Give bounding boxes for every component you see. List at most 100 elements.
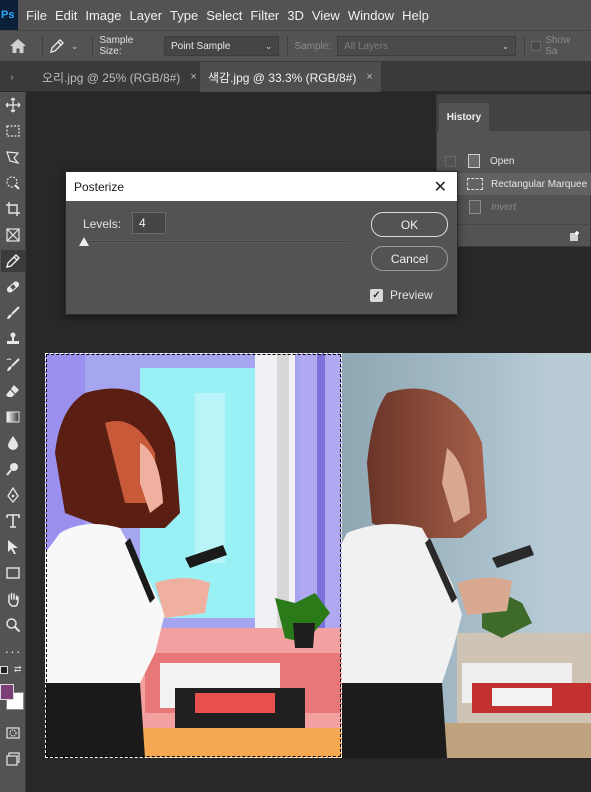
- menu-edit[interactable]: Edit: [55, 8, 85, 23]
- pen-tool[interactable]: [1, 484, 25, 506]
- history-item-marquee[interactable]: Rectangular Marquee: [437, 173, 591, 195]
- posterized-image-region[interactable]: [45, 353, 342, 758]
- history-item-label: Rectangular Marquee: [491, 178, 588, 190]
- dodge-icon: [6, 463, 18, 476]
- menu-select[interactable]: Select: [206, 8, 250, 23]
- eyedropper-tool-preset[interactable]: ⌄: [49, 38, 79, 54]
- chevron-down-icon: ⌄: [70, 40, 79, 51]
- zoom-tool[interactable]: [1, 614, 25, 636]
- marquee-state-icon: [467, 178, 483, 190]
- show-sampling-label: Show Sa: [545, 35, 571, 57]
- history-state-icon: [468, 154, 480, 168]
- frame-icon: [6, 228, 20, 242]
- swap-colors-icon[interactable]: ⇄: [14, 664, 22, 675]
- lasso-icon: [6, 151, 20, 165]
- menu-3d[interactable]: 3D: [287, 8, 312, 23]
- menu-file[interactable]: File: [26, 8, 55, 23]
- menu-help[interactable]: Help: [402, 8, 437, 23]
- cancel-button[interactable]: Cancel: [371, 246, 448, 271]
- panel-collapse-icon[interactable]: ›: [0, 62, 24, 92]
- dialog-title-bar[interactable]: Posterize ✕: [66, 172, 457, 201]
- history-brush-tool[interactable]: [1, 354, 25, 376]
- history-footer: [437, 224, 591, 246]
- tab-document-1[interactable]: 오리.jpg @ 25% (RGB/8#) ×: [34, 62, 205, 92]
- path-selection-tool[interactable]: [1, 536, 25, 558]
- rectangle-icon: [6, 567, 20, 579]
- show-sampling-checkbox[interactable]: [531, 41, 542, 51]
- marquee-tool[interactable]: [1, 120, 25, 142]
- type-icon: [6, 514, 20, 528]
- type-tool[interactable]: [1, 510, 25, 532]
- gradient-tool[interactable]: [1, 406, 25, 428]
- levels-input[interactable]: 4: [132, 212, 166, 234]
- sample-size-select[interactable]: Point Sample ⌄: [163, 36, 280, 56]
- more-tools-button[interactable]: ···: [1, 640, 25, 662]
- rectangle-tool[interactable]: [1, 562, 25, 584]
- drop-icon: [8, 436, 18, 450]
- clone-stamp-tool[interactable]: [1, 328, 25, 350]
- preview-label: Preview: [390, 288, 433, 302]
- menu-window[interactable]: Window: [348, 8, 402, 23]
- rectangular-marquee-icon: [6, 125, 20, 137]
- crop-tool[interactable]: [1, 198, 25, 220]
- dialog-title: Posterize: [74, 179, 125, 194]
- menu-filter[interactable]: Filter: [250, 8, 287, 23]
- tab-document-2[interactable]: 색감.jpg @ 33.3% (RGB/8#) ×: [200, 62, 381, 92]
- frame-tool[interactable]: [1, 224, 25, 246]
- hand-icon: [8, 592, 19, 607]
- snapshot-checkbox[interactable]: [445, 155, 456, 167]
- history-item-invert[interactable]: Invert: [437, 196, 591, 218]
- new-snapshot-icon[interactable]: [569, 230, 581, 242]
- tools-panel: ··· ⇄: [0, 92, 26, 792]
- close-icon[interactable]: ✕: [434, 177, 447, 197]
- history-brush-icon: [6, 358, 20, 371]
- close-icon[interactable]: ×: [190, 71, 196, 83]
- eyedropper-tool[interactable]: [1, 250, 25, 272]
- hand-tool[interactable]: [1, 588, 25, 610]
- eraser-tool[interactable]: [1, 380, 25, 402]
- ellipsis-icon: ···: [4, 643, 22, 659]
- menu-view[interactable]: View: [312, 8, 348, 23]
- history-state-icon: [469, 200, 481, 214]
- separator: [524, 36, 526, 56]
- history-tab[interactable]: History: [439, 103, 489, 131]
- move-tool[interactable]: [1, 94, 25, 116]
- foreground-color-swatch[interactable]: [0, 684, 14, 700]
- levels-label: Levels:: [83, 217, 122, 231]
- options-bar: ⌄ Sample Size: Point Sample ⌄ Sample: Al…: [0, 30, 591, 62]
- original-image-region[interactable]: [342, 353, 591, 758]
- chevron-down-icon: ⌄: [501, 40, 510, 51]
- chevron-down-icon: ⌄: [264, 40, 273, 51]
- levels-slider-track[interactable]: [84, 240, 348, 243]
- ok-button[interactable]: OK: [371, 212, 448, 237]
- brush-tool[interactable]: [1, 302, 25, 324]
- menu-type[interactable]: Type: [170, 8, 206, 23]
- preview-checkbox[interactable]: ✓: [370, 288, 383, 302]
- history-item-open[interactable]: Open: [437, 150, 591, 172]
- preview-toggle[interactable]: ✓ Preview: [370, 288, 433, 302]
- history-panel: History Open Rectangular Marquee Invert: [436, 94, 591, 247]
- crop-icon: [6, 202, 20, 216]
- dodge-tool[interactable]: [1, 458, 25, 480]
- separator: [41, 36, 43, 56]
- screen-mode-button[interactable]: [1, 748, 25, 770]
- sample-select[interactable]: All Layers ⌄: [337, 36, 517, 56]
- sample-label: Sample:: [294, 40, 332, 52]
- lasso-tool[interactable]: [1, 146, 25, 168]
- menu-layer[interactable]: Layer: [130, 8, 171, 23]
- quick-mask-button[interactable]: [1, 722, 25, 744]
- healing-brush-tool[interactable]: [1, 276, 25, 298]
- levels-slider-thumb[interactable]: [79, 237, 89, 246]
- home-button[interactable]: [0, 30, 36, 62]
- quick-selection-tool[interactable]: [1, 172, 25, 194]
- close-icon[interactable]: ×: [366, 71, 372, 83]
- stamp-icon: [7, 332, 19, 344]
- history-tab-bar: History: [437, 95, 590, 131]
- tab-label: 색감.jpg @ 33.3% (RGB/8#): [208, 70, 357, 85]
- blur-tool[interactable]: [1, 432, 25, 454]
- quick-mask-icon: [6, 727, 20, 739]
- sample-value: All Layers: [344, 40, 389, 52]
- default-colors-icon[interactable]: [0, 666, 8, 674]
- menu-image[interactable]: Image: [85, 8, 129, 23]
- gradient-icon: [6, 411, 20, 423]
